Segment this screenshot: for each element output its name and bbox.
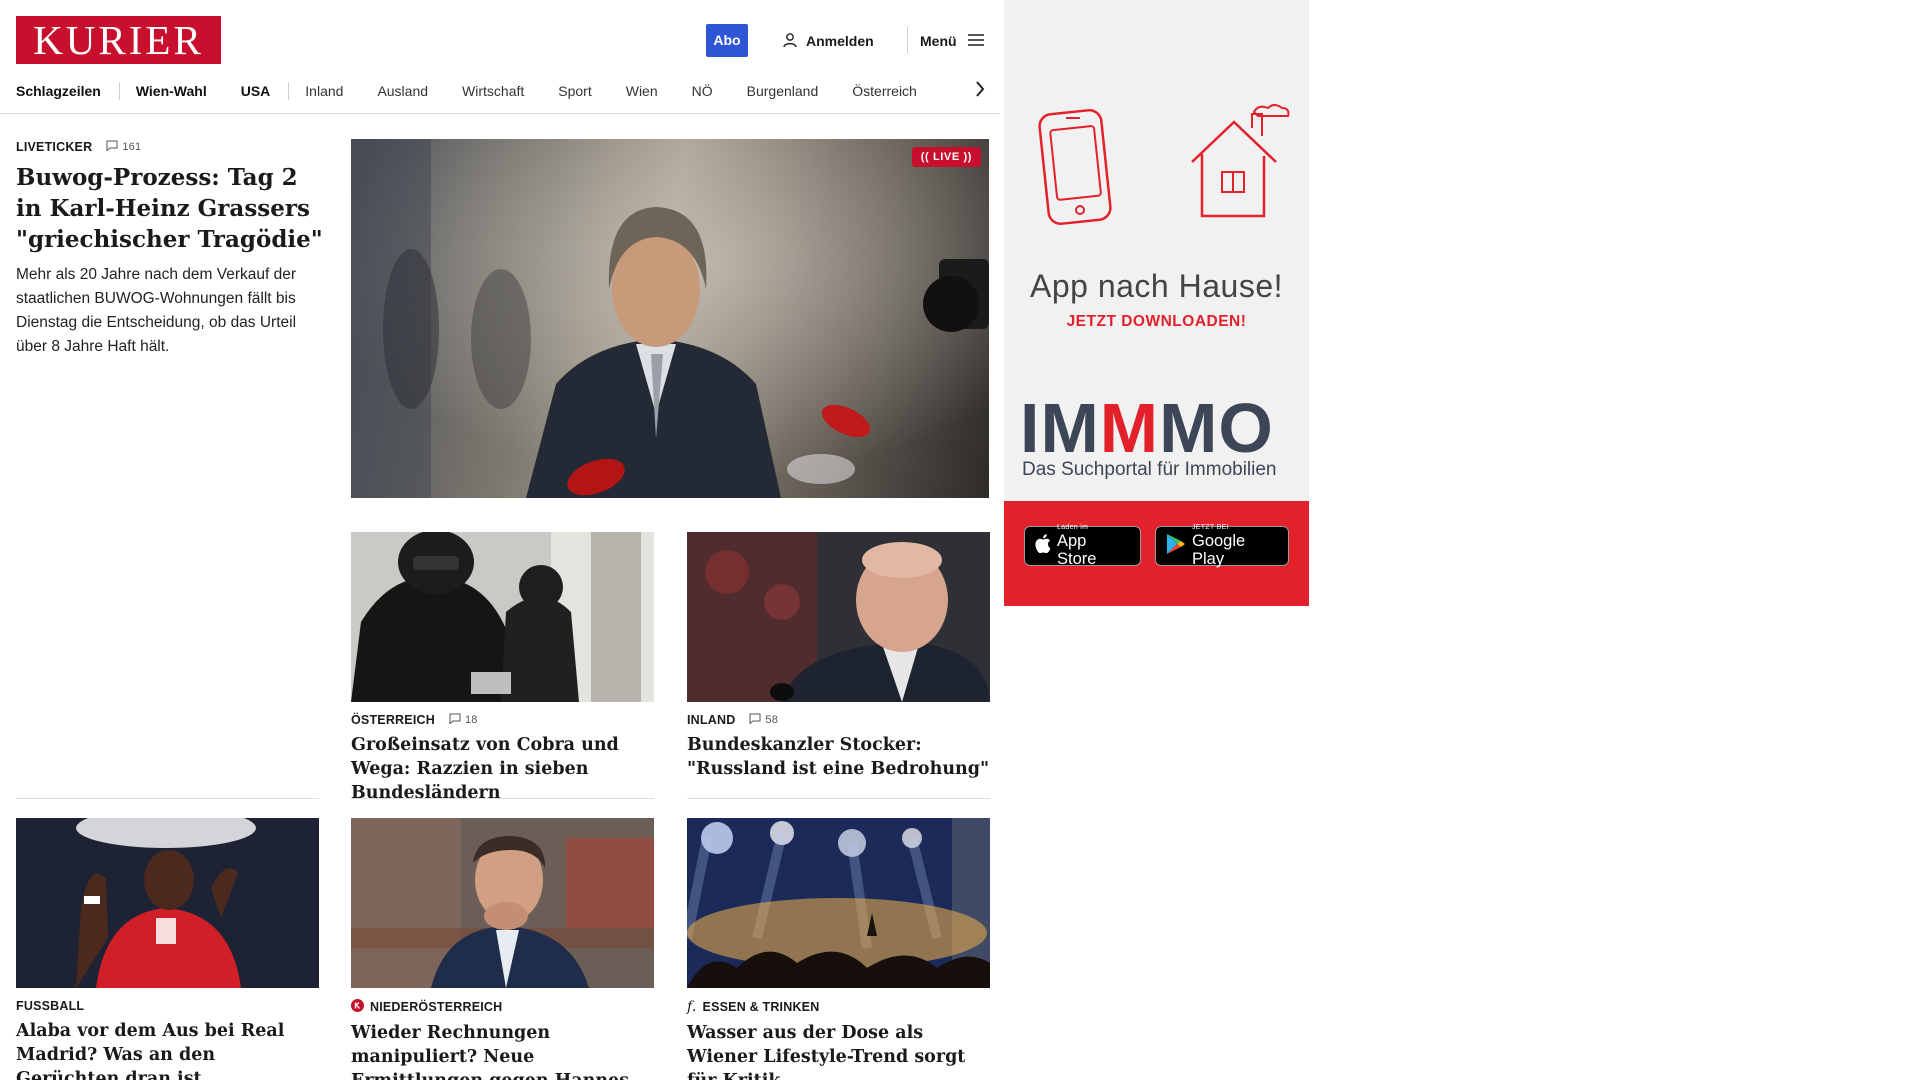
card-headline[interactable]: Alaba vor dem Aus bei Real Madrid? Was a… <box>16 1019 319 1080</box>
card-divider <box>351 798 654 799</box>
card-kicker-label: INLAND <box>687 713 736 727</box>
hamburger-icon <box>967 33 985 50</box>
comment-count-value: 18 <box>464 714 478 726</box>
ad-headline: App nach Hause! <box>1030 268 1283 304</box>
comment-count[interactable]: 18 <box>449 713 478 727</box>
card-kicker-label: ESSEN & TRINKEN <box>702 1000 820 1014</box>
google-play-button[interactable]: JETZT BEI Google Play <box>1155 524 1289 568</box>
lead-image[interactable]: (( LIVE )) <box>351 139 989 498</box>
politician-photo <box>351 818 654 988</box>
google-play-text: JETZT BEI Google Play <box>1192 524 1246 568</box>
card-kicker: ÖSTERREICH 18 <box>351 713 654 727</box>
nav-divider <box>118 82 120 100</box>
card-kicker: INLAND 58 <box>687 713 990 727</box>
nav-item-wirtschaft[interactable]: Wirtschaft <box>462 76 524 106</box>
nav-item-sport[interactable]: Sport <box>558 76 591 106</box>
comment-count[interactable]: 161 <box>106 140 141 154</box>
card-headline[interactable]: Wasser aus der Dose als Wiener Lifestyle… <box>687 1021 990 1080</box>
nav-item-ausland[interactable]: Ausland <box>377 76 428 106</box>
comment-icon <box>749 713 761 727</box>
user-icon <box>782 32 798 51</box>
ad-download-band: Laden im App Store JETZT BEI Google Play <box>1004 501 1309 606</box>
football-photo <box>16 818 319 988</box>
nav-item-burgenland[interactable]: Burgenland <box>747 76 819 106</box>
kurier-logo[interactable]: KURIER <box>16 16 221 64</box>
live-badge: (( LIVE )) <box>911 147 981 167</box>
card-headline[interactable]: Wieder Rechnungen manipuliert? Neue Ermi… <box>351 1021 654 1080</box>
lead-photo <box>351 139 989 498</box>
menu-button[interactable]: Menü <box>920 26 985 56</box>
card-divider <box>687 798 990 799</box>
story-thumbnail <box>16 818 319 988</box>
comment-icon <box>449 713 461 727</box>
card-kicker: NIEDERÖSTERREICH <box>351 999 654 1015</box>
site-header: KURIER Abo Anmelden Menü Schlagzeilen Wi… <box>0 0 1000 114</box>
app-store-button[interactable]: Laden im App Store <box>1024 524 1141 568</box>
immmo-ad-banner[interactable]: App nach Hause! JETZT DOWNLOADEN! IMMMO … <box>1004 0 1309 606</box>
lead-kicker: LIVETICKER 161 <box>16 140 324 154</box>
f-icon: f. <box>687 999 697 1015</box>
nav-item-noe[interactable]: NÖ <box>692 76 713 106</box>
comment-count-value: 161 <box>122 141 142 153</box>
card-kicker: FUSSBALL <box>16 999 319 1013</box>
comment-icon <box>106 140 118 154</box>
lead-story[interactable]: LIVETICKER 161 Buwog-Prozess: Tag 2 in K… <box>16 140 324 359</box>
lead-headline[interactable]: Buwog-Prozess: Tag 2 in Karl-Heinz Grass… <box>16 162 324 255</box>
card-kicker-label: ÖSTERREICH <box>351 713 435 727</box>
chancellor-photo <box>687 532 990 702</box>
story-card[interactable]: INLAND 58 Bundeskanzler Stocker: "Russla… <box>687 532 990 781</box>
nav-item-wien[interactable]: Wien <box>626 76 658 106</box>
immmo-logo: IMMMO <box>1020 389 1274 467</box>
story-thumbnail <box>687 818 990 988</box>
nav-item-usa[interactable]: USA <box>241 76 271 106</box>
story-thumbnail <box>351 818 654 988</box>
card-kicker-label: NIEDERÖSTERREICH <box>370 1000 503 1014</box>
house-icon <box>1184 104 1296 229</box>
nav-item-schlagzeilen[interactable]: Schlagzeilen <box>16 76 101 106</box>
card-headline[interactable]: Bundeskanzler Stocker: "Russland ist ein… <box>687 733 990 781</box>
card-headline[interactable]: Großeinsatz von Cobra und Wega: Razzien … <box>351 733 654 805</box>
lead-teaser: Mehr als 20 Jahre nach dem Verkauf der s… <box>16 266 297 355</box>
smartphone-icon <box>1038 106 1118 233</box>
abo-button[interactable]: Abo <box>706 24 748 57</box>
chevron-right-icon <box>975 80 985 102</box>
login-label: Anmelden <box>806 33 874 49</box>
nav-scroll-right-button[interactable] <box>970 78 990 104</box>
kurier-k-icon <box>351 999 364 1015</box>
menu-label: Menü <box>920 33 957 49</box>
story-card[interactable]: ÖSTERREICH 18 Großeinsatz von Cobra und … <box>351 532 654 805</box>
card-kicker: f. ESSEN & TRINKEN <box>687 999 990 1015</box>
card-kicker-label: FUSSBALL <box>16 999 85 1013</box>
nav-item-oesterreich[interactable]: Österreich <box>852 76 917 106</box>
story-thumbnail <box>687 532 990 702</box>
ad-tagline: Das Suchportal für Immobilien <box>1022 459 1277 480</box>
apple-icon <box>1035 534 1051 558</box>
police-photo <box>351 532 654 702</box>
story-card[interactable]: FUSSBALL Alaba vor dem Aus bei Real Madr… <box>16 818 319 1080</box>
concert-photo <box>687 818 990 988</box>
nav-item-inland[interactable]: Inland <box>305 76 343 106</box>
nav-item-wien-wahl[interactable]: Wien-Wahl <box>136 76 207 106</box>
comment-count-value: 58 <box>765 714 779 726</box>
main-nav: Schlagzeilen Wien-Wahl USA Inland Auslan… <box>0 76 1000 106</box>
google-play-icon <box>1166 533 1186 560</box>
story-card[interactable]: f. ESSEN & TRINKEN Wasser aus der Dose a… <box>687 818 990 1080</box>
ad-subline[interactable]: JETZT DOWNLOADEN! <box>1004 313 1309 331</box>
story-card[interactable]: NIEDERÖSTERREICH Wieder Rechnungen manip… <box>351 818 654 1080</box>
app-store-text: Laden im App Store <box>1057 524 1097 568</box>
comment-count[interactable]: 58 <box>749 713 778 727</box>
card-divider <box>16 798 319 799</box>
header-divider <box>907 27 908 53</box>
nav-divider <box>288 82 290 100</box>
login-button[interactable]: Anmelden <box>782 26 874 56</box>
story-thumbnail <box>351 532 654 702</box>
lead-kicker-label: LIVETICKER <box>16 140 93 154</box>
